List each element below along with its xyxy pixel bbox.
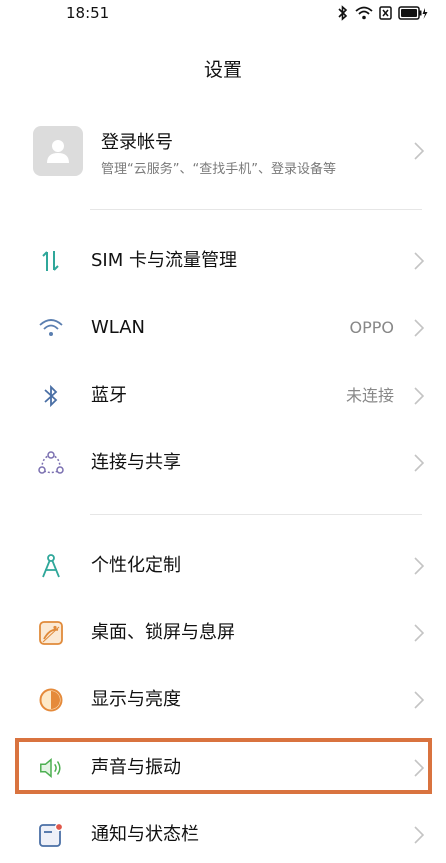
chevron-right-icon (414, 319, 424, 337)
item-value: 未连接 (345, 386, 394, 405)
status-icons (337, 5, 428, 21)
item-label: 个性化定制 (91, 555, 181, 576)
sidebar-item-bluetooth[interactable]: 蓝牙 未连接 (0, 368, 446, 424)
item-label: 显示与亮度 (91, 689, 181, 710)
chevron-right-icon (414, 691, 424, 709)
account-title: 登录帐号 (101, 132, 173, 153)
sidebar-item-notification[interactable]: 通知与状态栏 (0, 807, 446, 863)
chevron-right-icon (414, 826, 424, 844)
sidebar-item-wallpaper[interactable]: 桌面、锁屏与息屏 (0, 605, 446, 661)
status-time: 18:51 (66, 4, 110, 22)
wallpaper-icon (38, 620, 64, 646)
highlight-box (15, 738, 432, 794)
chevron-right-icon (414, 624, 424, 642)
page-title: 设置 (203, 59, 242, 81)
chevron-right-icon (414, 454, 424, 472)
divider (90, 209, 422, 210)
chevron-right-icon (414, 387, 424, 405)
share-icon (38, 450, 64, 476)
user-icon (33, 126, 83, 176)
status-bar: 18:51 (0, 0, 446, 26)
battery-charging-icon (398, 6, 428, 20)
item-label: 桌面、锁屏与息屏 (91, 622, 235, 643)
sidebar-item-display[interactable]: 显示与亮度 (0, 672, 446, 728)
sim-off-icon (379, 6, 392, 20)
item-label: WLAN (91, 317, 146, 338)
sidebar-item-wlan[interactable]: WLAN OPPO (0, 300, 446, 356)
sidebar-item-sim[interactable]: SIM 卡与流量管理 (0, 233, 446, 289)
wifi-icon (38, 315, 64, 341)
sidebar-item-personalize[interactable]: 个性化定制 (0, 538, 446, 594)
item-label: 连接与共享 (91, 452, 181, 473)
brightness-icon (38, 687, 64, 713)
compass-icon (38, 553, 64, 579)
divider (90, 514, 422, 515)
account-item[interactable]: 登录帐号 管理“云服务”、“查找手机”、登录设备等 (0, 118, 446, 184)
item-label: 通知与状态栏 (91, 824, 199, 845)
bluetooth-icon (337, 5, 349, 21)
sim-data-icon (38, 248, 64, 274)
bluetooth-icon (38, 383, 64, 409)
notification-icon (38, 822, 64, 848)
chevron-right-icon (414, 142, 424, 160)
item-label: SIM 卡与流量管理 (91, 250, 237, 271)
item-value: OPPO (349, 318, 394, 337)
wifi-icon (355, 6, 373, 20)
sidebar-item-connection[interactable]: 连接与共享 (0, 435, 446, 491)
chevron-right-icon (414, 557, 424, 575)
item-label: 蓝牙 (91, 385, 127, 406)
chevron-right-icon (414, 252, 424, 270)
account-subtitle: 管理“云服务”、“查找手机”、登录设备等 (101, 162, 336, 177)
